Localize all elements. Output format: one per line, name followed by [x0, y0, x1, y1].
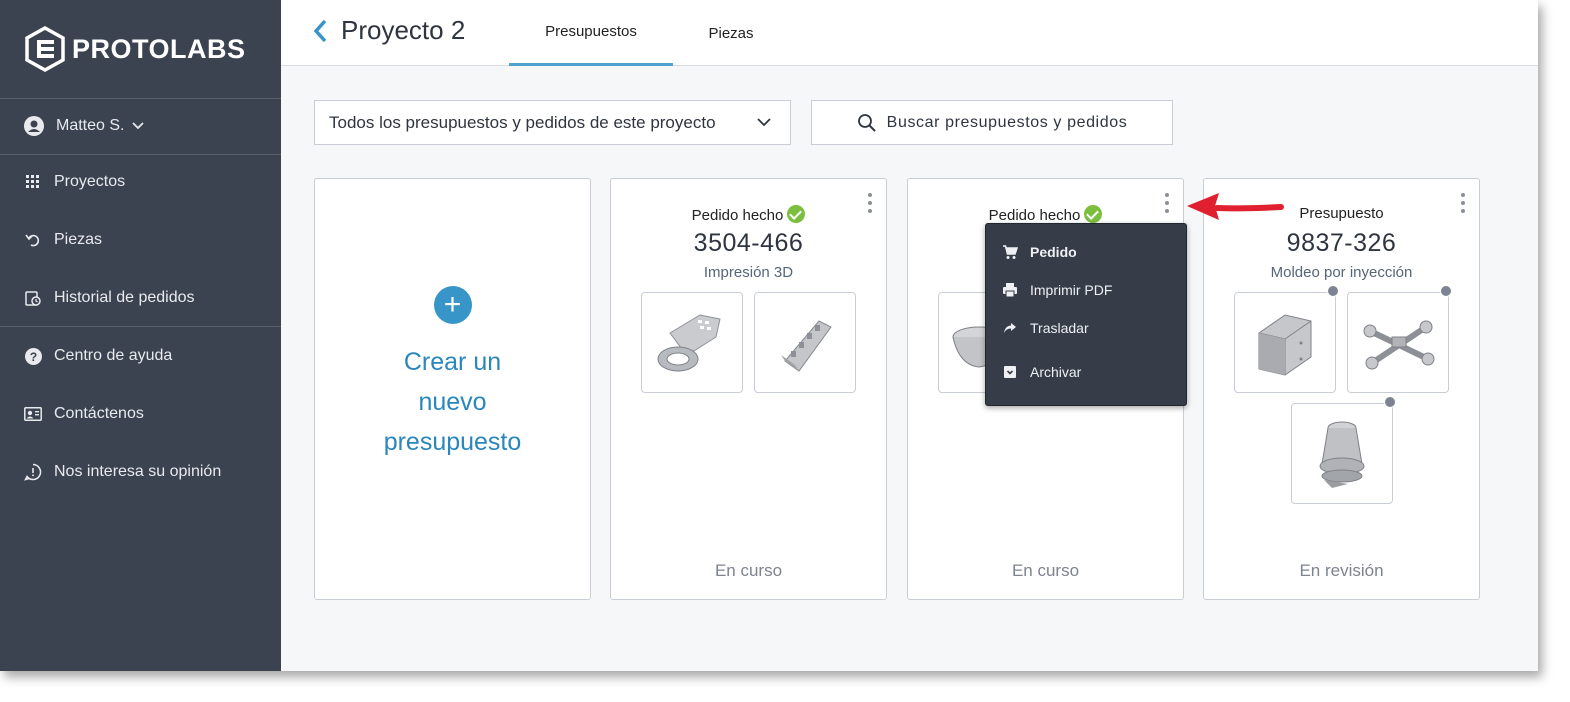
sidebar-item-parts[interactable]: Piezas	[24, 229, 102, 251]
part-3d-icon	[657, 314, 721, 372]
card-status: Pedido hecho	[908, 205, 1183, 224]
sidebar-item-contact[interactable]: Contáctenos	[24, 403, 144, 425]
create-quote-label: Crear un nuevo presupuesto	[353, 342, 553, 462]
archive-icon	[1002, 364, 1018, 380]
help-icon: ?	[24, 347, 42, 365]
callout-arrow-icon	[1187, 193, 1284, 220]
search-icon	[857, 113, 876, 132]
feedback-icon	[24, 463, 42, 481]
back-button[interactable]	[313, 16, 333, 46]
part-3d-icon	[781, 320, 832, 372]
protolabs-logo[interactable]: PROTOLABS	[24, 26, 246, 72]
sidebar-item-label: Contáctenos	[54, 405, 144, 422]
order-history-icon	[24, 289, 42, 307]
status-label: Presupuesto	[1299, 205, 1384, 222]
card-status: Pedido hecho	[611, 205, 886, 224]
part-3d-icon	[1363, 320, 1435, 370]
check-icon	[787, 205, 806, 223]
sidebar-item-label: Historial de pedidos	[54, 289, 195, 306]
top-header: Proyecto 2 Presupuestos Piezas	[281, 0, 1538, 66]
quote-filter-select[interactable]: Todos los presupuestos y pedidos de este…	[314, 100, 791, 145]
process-label: Impresión 3D	[703, 264, 794, 281]
part-thumbnail[interactable]	[754, 292, 856, 393]
tab-quotes[interactable]: Presupuestos	[509, 0, 673, 66]
sidebar-item-projects[interactable]: Proyectos	[24, 171, 125, 193]
app-window: PROTOLABS Matteo S. Proyectos Piezas His…	[0, 0, 1538, 671]
sidebar: PROTOLABS Matteo S. Proyectos Piezas His…	[0, 0, 281, 671]
search-quotes-button[interactable]: Buscar presupuestos y pedidos	[811, 100, 1173, 145]
svg-text:?: ?	[29, 350, 36, 364]
page-title: Proyecto 2	[341, 15, 466, 45]
chevron-left-icon	[313, 19, 327, 43]
cart-icon	[1002, 244, 1018, 260]
quote-card[interactable]: Pedido hecho 3504-466 Impresión 3D En cu…	[610, 178, 887, 600]
grid-icon	[24, 173, 42, 191]
brand-name: PROTOLABS	[72, 33, 246, 64]
plus-icon: +	[433, 286, 472, 324]
part-thumbnail[interactable]	[1234, 285, 1339, 393]
sidebar-item-order-history[interactable]: Historial de pedidos	[24, 287, 195, 309]
filter-value: Todos los presupuestos y pedidos de este…	[329, 112, 716, 132]
card-footer-status: En revisión	[1299, 561, 1384, 580]
create-quote-card[interactable]: + Crear un nuevo presupuesto	[314, 178, 591, 600]
user-avatar-icon	[24, 116, 44, 136]
card-context-menu: Pedido Imprimir PDF Trasladar Archivar	[985, 223, 1187, 406]
status-dot	[1440, 285, 1452, 297]
part-3d-icon	[1258, 314, 1312, 376]
chevron-down-icon	[757, 118, 771, 127]
part-thumbnail[interactable]	[1291, 396, 1396, 504]
create-quote-line: nuevo	[418, 388, 487, 416]
contact-card-icon	[24, 405, 42, 423]
quote-card[interactable]: Presupuesto 9837-326 Moldeo por inyecció…	[1203, 178, 1480, 600]
protolabs-hex-icon	[25, 26, 65, 72]
user-menu[interactable]: Matteo S.	[24, 114, 145, 138]
menu-item-print-pdf[interactable]: Imprimir PDF	[1002, 279, 1112, 301]
status-dot	[1384, 396, 1396, 408]
menu-item-archive[interactable]: Archivar	[1002, 361, 1081, 383]
part-3d-icon	[1319, 421, 1365, 488]
sidebar-item-label: Centro de ayuda	[54, 347, 173, 364]
undo-icon	[24, 231, 42, 249]
sidebar-item-label: Proyectos	[54, 173, 126, 190]
sidebar-divider	[0, 154, 281, 155]
part-thumbnail[interactable]	[641, 292, 743, 393]
menu-item-order[interactable]: Pedido	[1002, 241, 1077, 263]
process-label: Moldeo por inyección	[1270, 264, 1413, 281]
sidebar-item-label: Piezas	[54, 231, 103, 248]
menu-item-move[interactable]: Trasladar	[1002, 317, 1089, 339]
card-footer-status: En curso	[714, 561, 783, 580]
printer-icon	[1002, 282, 1018, 298]
status-label: Pedido hecho	[691, 207, 784, 224]
menu-item-label: Imprimir PDF	[1030, 282, 1113, 298]
sidebar-item-feedback[interactable]: Nos interesa su opinión	[24, 461, 221, 483]
sidebar-divider	[0, 326, 281, 327]
card-footer-status: En curso	[1011, 561, 1080, 580]
menu-item-label: Archivar	[1030, 364, 1082, 380]
status-dot	[1327, 285, 1339, 297]
tab-parts[interactable]: Piezas	[691, 0, 771, 66]
status-label: Pedido hecho	[988, 207, 1081, 224]
menu-item-label: Trasladar	[1030, 320, 1089, 336]
chevron-down-icon	[132, 122, 145, 130]
check-icon	[1084, 205, 1103, 223]
create-quote-line: Crear un	[403, 348, 502, 376]
create-quote-line: presupuesto	[383, 428, 522, 456]
user-name: Matteo S.	[56, 117, 125, 134]
sidebar-divider	[0, 98, 281, 99]
search-label: Buscar presupuestos y pedidos	[886, 113, 1128, 131]
quote-number: 9837-326	[1286, 229, 1397, 257]
quote-number: 3504-466	[693, 229, 804, 257]
share-arrow-icon	[1002, 320, 1018, 336]
part-thumbnail[interactable]	[1347, 285, 1452, 393]
sidebar-item-help-center[interactable]: ? Centro de ayuda	[24, 345, 172, 367]
sidebar-item-label: Nos interesa su opinión	[54, 463, 222, 480]
menu-item-label: Pedido	[1030, 244, 1077, 260]
